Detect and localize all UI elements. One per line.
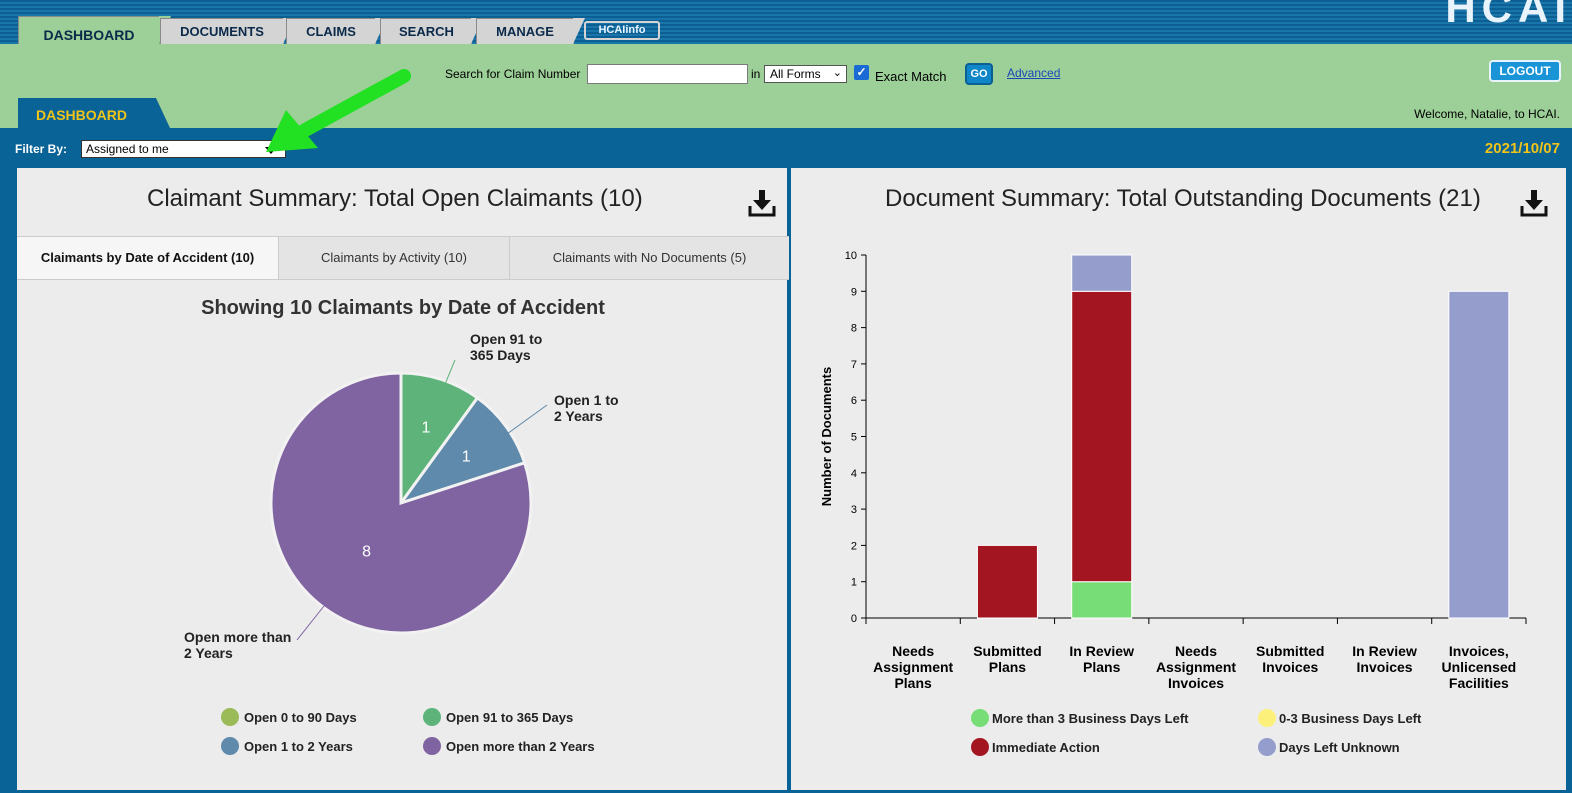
y-tick-label: 8 [851,323,857,335]
claimant-subtabs: Claimants by Date of Accident (10) Claim… [17,236,789,280]
tab-documents[interactable]: DOCUMENTS [160,18,295,44]
legend-marker [1258,709,1276,727]
legend-marker [971,709,989,727]
logout-button[interactable]: LOGOUT [1489,60,1561,82]
x-tick-label: Invoices, Unlicensed Facilities [1442,643,1517,691]
x-tick-label: Submitted Plans [973,643,1041,675]
tab-claimants-no-documents[interactable]: Claimants with No Documents (5) [510,237,789,279]
y-tick-label: 5 [851,432,857,444]
y-axis-label: Number of Documents [819,367,834,506]
y-tick-label: 1 [851,577,857,589]
green-arrow-icon [266,69,411,152]
pie-slice-label: Open 1 to 2 Years [554,392,619,424]
y-tick-label: 0 [851,613,857,625]
document-summary-panel: Document Summary: Total Outstanding Docu… [791,168,1566,790]
y-tick-label: 4 [851,468,857,480]
bar-segment[interactable] [1071,254,1133,292]
legend-label: Open 0 to 90 Days [244,710,357,725]
x-tick-label: In Review Invoices [1352,643,1417,675]
pie-chart: 1 Open 91 to 365 Days 1 Open 1 to 2 Years 8 Ope… [184,331,619,755]
legend-label: Open more than 2 Years [446,739,595,754]
exact-match-checkbox[interactable]: ✓ [854,65,869,80]
bar-segment[interactable] [1071,581,1133,619]
legend-label: Open 1 to 2 Years [244,739,353,754]
legend-marker [221,708,239,726]
forms-select[interactable]: All Forms ⌄ [764,65,847,83]
legend-marker [971,738,989,756]
bar-segment[interactable] [1071,290,1133,583]
tab-manage[interactable]: MANAGE [476,18,585,44]
pie-value-label: 1 [462,449,471,466]
filter-select[interactable]: Assigned to me [81,140,286,158]
y-tick-label: 10 [845,250,857,262]
search-header: Search for Claim Number in All Forms ⌄ ✓… [0,44,1572,128]
y-tick-label: 9 [851,286,857,298]
bar-segment[interactable] [1448,290,1510,619]
claimant-summary-title: Claimant Summary: Total Open Claimants (… [147,185,643,212]
claim-search-label: Search for Claim Number [445,67,581,81]
x-tick-label: Submitted Invoices [1256,643,1324,675]
y-tick-label: 7 [851,359,857,371]
top-navigation-bar: DASHBOARD DOCUMENTS CLAIMS SEARCH MANAGE… [0,0,1572,44]
welcome-message: Welcome, Natalie, to HCAI. [1414,107,1560,121]
advanced-search-link[interactable]: Advanced [1007,66,1060,80]
filter-select-value: Assigned to me [86,142,169,156]
download-icon[interactable] [747,188,777,218]
go-button[interactable]: GO [965,63,993,85]
in-label: in [751,67,761,81]
pie-value-label: 1 [421,419,430,436]
claim-number-input[interactable] [587,64,748,84]
legend-label: Immediate Action [992,740,1100,755]
pie-leader-line [296,605,325,641]
hcai-logo: HCAI [1445,0,1572,31]
x-tick-label: Needs Assignment Plans [873,643,953,691]
y-tick-label: 6 [851,395,857,407]
y-tick-label: 2 [851,540,857,552]
legend-marker [221,737,239,755]
pie-slice-label: Open more than 2 Years [184,629,291,661]
current-date: 2021/10/07 [1484,140,1560,157]
tab-search[interactable]: SEARCH [380,18,483,44]
document-summary-title: Document Summary: Total Outstanding Docu… [885,185,1481,212]
pie-leader-line [506,404,548,435]
filter-bar: Filter By: Assigned to me 2021/10/07 [0,128,1572,168]
pie-slice-label: Open 91 to 365 Days [470,331,542,363]
tab-claimants-by-activity[interactable]: Claimants by Activity (10) [279,237,510,279]
legend-marker [1258,738,1276,756]
pie-value-label: 8 [362,543,371,560]
bar-chart: 0 1 2 3 4 5 6 7 8 9 10 Number of Documents Needs Assi… [819,250,1527,756]
chevron-down-icon: ⌄ [832,67,842,79]
x-tick-label: Needs Assignment Invoices [1156,643,1236,691]
x-tick-label: In Review Plans [1069,643,1134,675]
exact-match-label: Exact Match [875,69,947,84]
bar-segment[interactable] [976,544,1038,619]
claimant-summary-panel: Claimant Summary: Total Open Claimants (… [17,168,789,790]
tab-claims[interactable]: CLAIMS [286,18,387,44]
legend-marker [423,737,441,755]
tab-claimants-by-date[interactable]: Claimants by Date of Accident (10) [17,237,279,279]
legend-label: More than 3 Business Days Left [992,711,1189,726]
legend-label: Days Left Unknown [1279,740,1400,755]
subtab-dashboard[interactable]: DASHBOARD [18,98,170,128]
filter-label: Filter By: [15,142,68,156]
legend-label: Open 91 to 365 Days [446,710,573,725]
y-tick-label: 3 [851,504,857,516]
forms-select-value: All Forms [770,67,821,81]
tab-dashboard[interactable]: DASHBOARD [18,16,171,44]
legend-label: 0-3 Business Days Left [1279,711,1422,726]
hcainfo-button[interactable]: HCAIinfo [584,21,660,40]
legend-marker [423,708,441,726]
